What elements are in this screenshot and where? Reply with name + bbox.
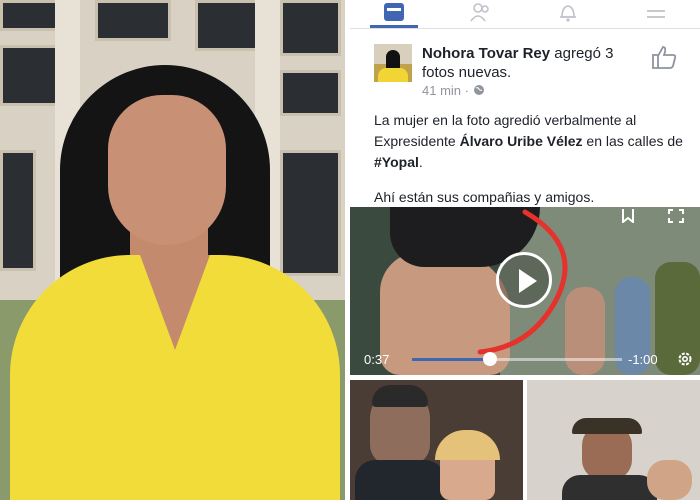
window <box>95 0 171 41</box>
window <box>195 0 261 51</box>
window <box>280 70 341 116</box>
menu-icon[interactable] <box>645 2 667 22</box>
window <box>0 0 61 31</box>
hashtag-yopal[interactable]: #Yopal <box>374 154 419 170</box>
play-button[interactable] <box>496 252 552 308</box>
news-feed-icon[interactable] <box>383 2 405 22</box>
text-line-3-post: . <box>418 154 423 170</box>
like-icon[interactable] <box>650 44 678 70</box>
video-scrubber-handle[interactable] <box>482 352 497 366</box>
post-body: La mujer en la foto agredió verbalmente … <box>374 110 694 208</box>
thumb-man-hat <box>572 418 642 434</box>
fullscreen-icon[interactable] <box>668 209 684 223</box>
facebook-post-screenshot: Nohora Tovar Rey agregó 3 fotos nuevas. … <box>350 0 700 500</box>
window <box>0 45 61 106</box>
post-action-text-2: fotos nuevas. <box>422 64 512 81</box>
video-scrubber[interactable] <box>412 352 622 366</box>
notifications-icon[interactable] <box>557 2 579 22</box>
meta-separator: · <box>464 83 469 98</box>
face <box>108 95 226 245</box>
post-paragraph-2: Ahí están sus compañias y amigos. <box>374 189 595 205</box>
post-meta: 41 min · <box>422 83 485 98</box>
photo-thumbnail-1[interactable] <box>350 380 523 500</box>
settings-gear-icon[interactable] <box>676 350 694 368</box>
doorway <box>280 150 341 276</box>
bookmark-icon[interactable] <box>620 209 636 223</box>
author-avatar[interactable] <box>374 44 412 82</box>
post-author-line: Nohora Tovar Rey agregó 3 fotos nuevas. <box>422 44 652 82</box>
window <box>280 0 341 56</box>
text-line-1: La mujer en la foto agredió verbalmente … <box>374 112 637 128</box>
video-time-remaining: -1:00 <box>628 352 658 367</box>
photo-thumbnail-2[interactable] <box>527 380 700 500</box>
profile-photo-woman <box>0 0 345 500</box>
video-time-elapsed: 0:37 <box>364 352 390 367</box>
shirt-neckline <box>140 255 210 350</box>
mention-uribe[interactable]: Álvaro Uribe Vélez <box>460 133 583 149</box>
text-line-2-pre: Expresidente <box>374 133 460 149</box>
author-name[interactable]: Nohora Tovar Rey <box>422 45 550 62</box>
post-timestamp[interactable]: 41 min <box>422 83 461 98</box>
post-header: Nohora Tovar Rey agregó 3 fotos nuevas. … <box>350 36 700 98</box>
post-paragraph-1: La mujer en la foto agredió verbalmente … <box>374 110 694 173</box>
video-progress-fill <box>412 358 490 361</box>
thumb-man-shirt <box>562 475 657 500</box>
thumb-woman-face <box>647 460 692 500</box>
thumb-person-jacket <box>355 460 445 500</box>
post-action-text: agregó 3 <box>550 45 614 62</box>
play-icon <box>519 269 537 293</box>
text-line-2-post: en las calles de <box>582 133 683 149</box>
active-tab-indicator <box>370 25 418 28</box>
video-player[interactable]: 0:37 -1:00 <box>350 207 700 375</box>
top-navigation-bar <box>350 0 700 29</box>
friends-icon[interactable] <box>470 2 492 22</box>
thumb-person-hair <box>372 385 428 407</box>
thumb-woman-hair <box>435 430 500 460</box>
globe-icon <box>473 85 484 95</box>
doorway <box>0 150 36 271</box>
